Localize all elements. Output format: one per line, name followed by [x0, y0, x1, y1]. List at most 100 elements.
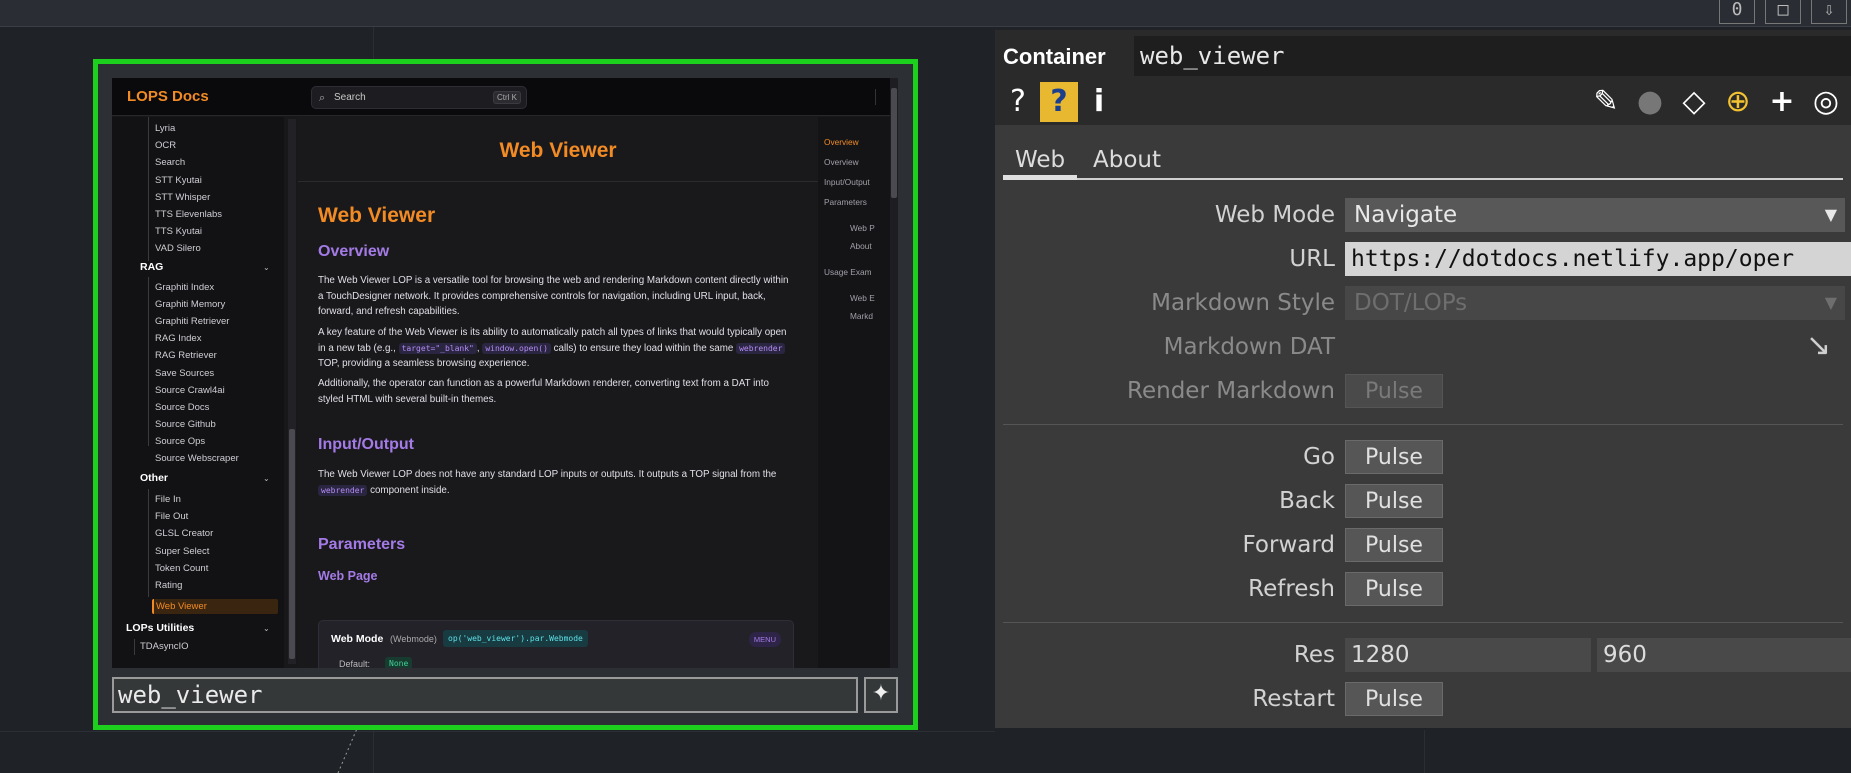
network-topbar: 0 □ ⇩: [0, 0, 1851, 27]
add-icon[interactable]: +: [1763, 82, 1801, 122]
sidebar-item[interactable]: VAD Silero: [155, 243, 201, 254]
docs-logo[interactable]: LOPS Docs: [127, 88, 209, 105]
chevron-down-icon[interactable]: ⌄: [263, 474, 270, 483]
toc-item[interactable]: About: [850, 241, 872, 251]
label-forward: Forward: [1242, 532, 1336, 558]
toc-item[interactable]: Web E: [850, 293, 875, 303]
sidebar-item[interactable]: Super Select: [155, 546, 209, 557]
restart-pulse-button[interactable]: Pulse: [1345, 682, 1443, 716]
python-icon[interactable]: ⊕: [1719, 82, 1757, 122]
sidebar-item[interactable]: Token Count: [155, 563, 208, 574]
refresh-pulse-button[interactable]: Pulse: [1345, 572, 1443, 606]
sidebar-item[interactable]: RAG Index: [155, 333, 201, 344]
sidebar-item[interactable]: File Out: [155, 511, 188, 522]
sidebar-section-rag[interactable]: RAG: [140, 261, 163, 273]
heading-web-page: Web Page: [318, 569, 378, 583]
eraser-icon[interactable]: ◇: [1675, 82, 1713, 122]
help-icon[interactable]: ?: [1003, 82, 1033, 122]
url-input[interactable]: https://dotdocs.netlify.app/oper: [1345, 242, 1851, 276]
toc-item[interactable]: Parameters: [824, 197, 867, 207]
sidebar-item[interactable]: GLSL Creator: [155, 528, 213, 539]
label-refresh: Refresh: [1248, 576, 1335, 602]
sidebar-item[interactable]: TTS Elevenlabs: [155, 209, 222, 220]
drop-target-icon[interactable]: ↘: [1806, 328, 1831, 363]
grid-line: [0, 731, 995, 732]
sidebar-item[interactable]: OCR: [155, 140, 176, 151]
param-type-badge: MENU: [748, 632, 781, 647]
sidebar-scroll-thumb[interactable]: [289, 429, 295, 659]
markdown-style-value: DOT/LOPs: [1354, 290, 1468, 316]
sidebar-scrollbar[interactable]: [288, 119, 296, 664]
sidebar-item[interactable]: Source Github: [155, 419, 216, 430]
operator-name-field[interactable]: web_viewer: [1134, 36, 1851, 76]
python-help-icon[interactable]: ?: [1040, 82, 1078, 122]
toc-item[interactable]: Overview: [824, 137, 859, 147]
edit-icon[interactable]: ✎: [1587, 82, 1625, 122]
target-icon[interactable]: ◎: [1807, 82, 1845, 122]
label-url: URL: [1289, 246, 1335, 272]
text-fragment: TOP, providing a seamless browsing exper…: [318, 358, 530, 369]
heading-parameters: Parameters: [318, 536, 406, 553]
node-name-field[interactable]: web_viewer: [112, 677, 858, 713]
render-markdown-pulse-button[interactable]: Pulse: [1345, 374, 1443, 408]
web-mode-menu[interactable]: Navigate ▼: [1345, 198, 1845, 232]
tab-about[interactable]: About: [1081, 140, 1173, 180]
sidebar-item[interactable]: Graphiti Index: [155, 282, 214, 293]
table-of-contents: Overview Overview Input/Output Parameter…: [818, 117, 890, 668]
toc-item[interactable]: Web P: [850, 223, 875, 233]
sidebar-item[interactable]: RAG Retriever: [155, 350, 217, 361]
forward-pulse-button[interactable]: Pulse: [1345, 528, 1443, 562]
sidebar-item[interactable]: TTS Kyutai: [155, 226, 202, 237]
web-viewer-node[interactable]: LOPS Docs ⌕ Search Ctrl K Lyria OCR Search…: [93, 59, 918, 730]
sidebar-item[interactable]: Lyria: [155, 123, 175, 134]
info-icon[interactable]: i: [1085, 82, 1113, 122]
sidebar-item[interactable]: Source Webscraper: [155, 453, 239, 464]
sidebar-item-tdasyncio[interactable]: TDAsyncIO: [140, 641, 189, 652]
tree-line: [134, 639, 135, 655]
sidebar-item[interactable]: STT Kyutai: [155, 175, 202, 186]
toolbar-button-0[interactable]: 0: [1719, 0, 1755, 24]
markdown-style-menu[interactable]: DOT/LOPs ▼: [1345, 286, 1845, 320]
go-pulse-button[interactable]: Pulse: [1345, 440, 1443, 474]
sidebar-item[interactable]: Graphiti Memory: [155, 299, 225, 310]
back-pulse-button[interactable]: Pulse: [1345, 484, 1443, 518]
parameter-panel: Container web_viewer ? ? i ✎ ● ◇ ⊕ + ◎ W…: [995, 30, 1851, 728]
dropdown-arrow-icon: ▼: [1824, 205, 1837, 224]
sparkle-icon[interactable]: ✦: [864, 677, 898, 713]
toc-item[interactable]: Usage Exam: [824, 267, 872, 277]
chevron-down-icon[interactable]: ⌄: [263, 263, 270, 272]
toc-item[interactable]: Markd: [850, 311, 873, 321]
sidebar-item[interactable]: Source Docs: [155, 402, 209, 413]
download-icon[interactable]: ⇩: [1811, 0, 1847, 24]
label-restart: Restart: [1252, 686, 1335, 712]
sidebar-item[interactable]: Rating: [155, 580, 182, 591]
sidebar-item[interactable]: File In: [155, 494, 181, 505]
docs-search[interactable]: ⌕ Search Ctrl K: [311, 86, 527, 109]
viewer-scroll-thumb[interactable]: [891, 88, 897, 198]
sidebar-item[interactable]: Graphiti Retriever: [155, 316, 229, 327]
res-height-field[interactable]: 960: [1597, 638, 1851, 672]
grid-line: [1424, 730, 1425, 773]
sidebar-section-other[interactable]: Other: [140, 472, 168, 484]
param-default-label: Default:: [339, 659, 371, 668]
comment-icon[interactable]: ●: [1631, 82, 1669, 122]
page-hero-title: Web Viewer: [499, 139, 617, 162]
web-viewer-display[interactable]: LOPS Docs ⌕ Search Ctrl K Lyria OCR Search…: [112, 78, 898, 668]
chevron-down-icon[interactable]: ⌄: [263, 624, 270, 633]
res-width-field[interactable]: 1280: [1345, 638, 1591, 672]
toc-item[interactable]: Input/Output: [824, 177, 870, 187]
sidebar-item[interactable]: Save Sources: [155, 368, 214, 379]
heading-input-output: Input/Output: [318, 436, 414, 453]
sidebar-section-lops-utilities[interactable]: LOPs Utilities: [126, 622, 194, 634]
toc-item[interactable]: Overview: [824, 157, 859, 167]
sidebar-item-web-viewer[interactable]: Web Viewer: [156, 601, 207, 612]
sidebar-item[interactable]: Search: [155, 157, 185, 168]
header-divider: [875, 89, 876, 105]
viewer-scrollbar[interactable]: [890, 78, 898, 668]
sidebar-item[interactable]: Source Crawl4ai: [155, 385, 225, 396]
tab-web[interactable]: Web: [1003, 140, 1078, 180]
maximize-icon[interactable]: □: [1765, 0, 1801, 24]
sidebar-item[interactable]: Source Ops: [155, 436, 205, 447]
sidebar-item[interactable]: STT Whisper: [155, 192, 210, 203]
inline-code: window.open(): [482, 342, 551, 354]
